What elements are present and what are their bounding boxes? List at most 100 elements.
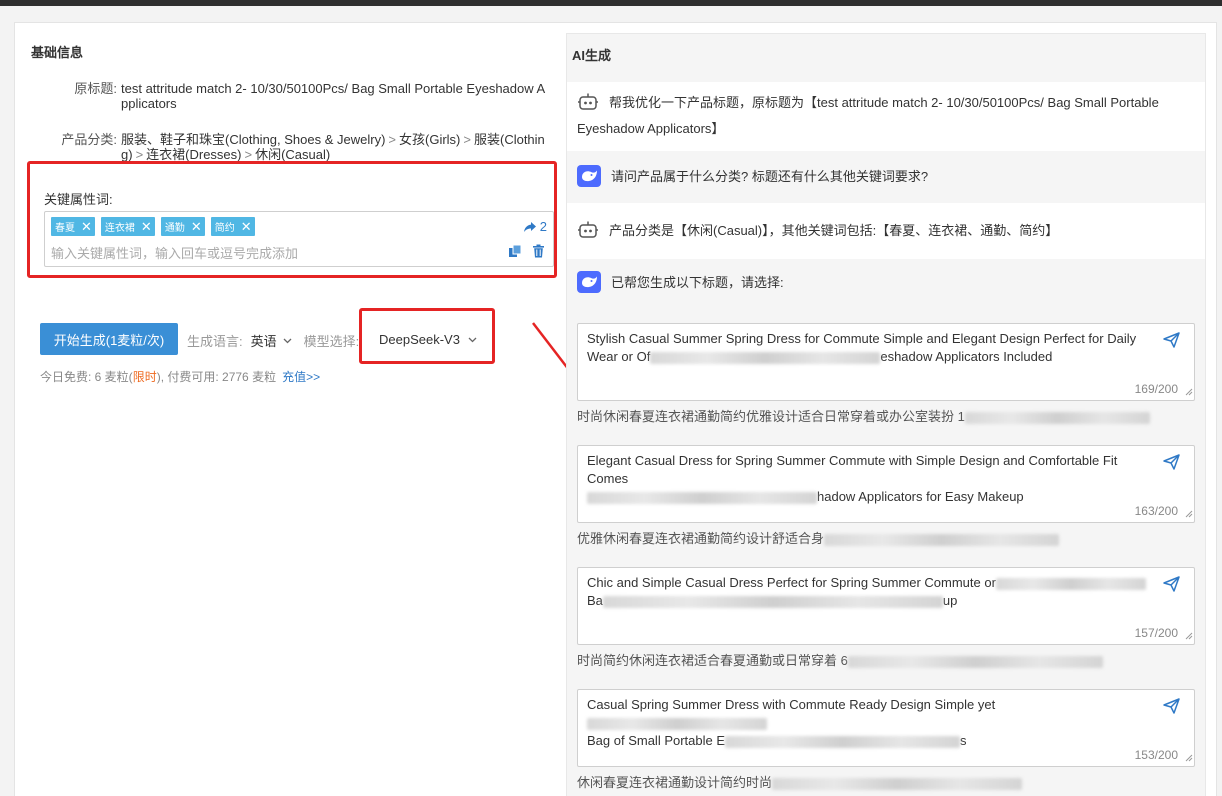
robot-icon xyxy=(577,92,599,112)
message-content: 已帮您生成以下标题，请选择: xyxy=(611,275,784,290)
blurred-text xyxy=(824,533,1060,546)
translation-text: 时尚休闲春夏连衣裙通勤简约优雅设计适合日常穿着或办公室装扮 1 xyxy=(577,409,965,424)
result-translation: 休闲春夏连衣裙通勤设计简约时尚 xyxy=(577,775,1023,791)
send-icon[interactable] xyxy=(1163,576,1180,595)
resize-handle-icon[interactable] xyxy=(1185,750,1193,765)
char-count: 157/200 xyxy=(1134,626,1178,640)
result-title-text[interactable]: Casual Spring Summer Dress with Commute … xyxy=(587,696,1157,750)
result-card[interactable]: Casual Spring Summer Dress with Commute … xyxy=(577,689,1195,767)
char-count: 153/200 xyxy=(1134,748,1178,762)
result-line: eshadow Applicators Included xyxy=(880,349,1053,364)
blurred-text xyxy=(995,577,1146,590)
result-translation: 时尚休闲春夏连衣裙通勤简约优雅设计适合日常穿着或办公室装扮 1 xyxy=(577,409,1150,425)
keyword-tag: 连衣裙 ✕ xyxy=(100,217,155,236)
send-icon[interactable] xyxy=(1163,332,1180,351)
model-value: DeepSeek-V3 xyxy=(379,332,460,347)
remove-tag-icon[interactable]: ✕ xyxy=(191,220,202,233)
result-line: Bag of Small Portable E xyxy=(587,733,726,748)
ai-generation-section: AI生成 帮我优化一下产品标题，原标题为【test attritude matc… xyxy=(566,33,1206,796)
category-path: 服装、鞋子和珠宝(Clothing, Shoes & Jewelry) > 女孩(G… xyxy=(121,132,551,162)
message-content: 产品分类是【休闲(Casual)】，其他关键词包括:【春夏、连衣裙、通勤、简约】 xyxy=(609,223,1059,238)
result-title-text[interactable]: Chic and Simple Casual Dress Perfect for… xyxy=(587,574,1157,610)
keywords-highlight-box: 关键属性词: 春夏 ✕ 连衣裙 ✕ 通勤 ✕ 简约 ✕ 2 输入关键属性词，输入回车或逗… xyxy=(27,161,557,278)
keyword-tags: 春夏 ✕ 连衣裙 ✕ 通勤 ✕ 简约 ✕ xyxy=(51,217,255,236)
original-title-row: 原标题: test attritude match 2- 10/30/50100… xyxy=(31,81,551,111)
send-icon[interactable] xyxy=(1163,454,1180,473)
language-value: 英语 xyxy=(250,334,277,349)
message-text: 产品分类是【休闲(Casual)】，其他关键词包括:【春夏、连衣裙、通勤、简约】 xyxy=(577,218,1197,244)
top-bar xyxy=(0,0,1222,6)
message-text: 帮我优化一下产品标题，原标题为【test attritude match 2- … xyxy=(577,90,1197,142)
category-label: 产品分类: xyxy=(61,132,117,147)
keywords-input[interactable]: 春夏 ✕ 连衣裙 ✕ 通勤 ✕ 简约 ✕ 2 输入关键属性词，输入回车或逗号完成添加 xyxy=(44,211,554,267)
ai-section-title: AI生成 xyxy=(572,48,612,63)
original-title-value: test attritude match 2- 10/30/50100Pcs/ … xyxy=(121,81,546,111)
result-line: Stylish Casual Summer Spring Dress for C… xyxy=(587,331,1137,346)
resize-handle-icon[interactable] xyxy=(1185,384,1193,399)
blurred-text xyxy=(964,411,1150,424)
recharge-link[interactable]: 充值>> xyxy=(282,370,320,384)
result-card[interactable]: Elegant Casual Dress for Spring Summer C… xyxy=(577,445,1195,523)
resize-handle-icon[interactable] xyxy=(1185,628,1193,643)
remove-tag-icon[interactable]: ✕ xyxy=(81,220,92,233)
blurred-text xyxy=(772,777,1023,790)
quota-limited: 限时 xyxy=(132,370,157,384)
keywords-share-count[interactable]: 2 xyxy=(523,219,547,234)
result-title-text[interactable]: Elegant Casual Dress for Spring Summer C… xyxy=(587,452,1157,506)
result-line: hadow Applicators for Easy Makeup xyxy=(817,489,1024,504)
quota-paid: ), 付费可用: 2776 麦粒 xyxy=(156,370,277,384)
result-line: Casual Spring Summer Dress with Commute … xyxy=(587,697,996,712)
resize-handle-icon[interactable] xyxy=(1185,506,1193,521)
category-separator: > xyxy=(388,132,396,147)
category-level-4: 连衣裙(Dresses) xyxy=(146,147,242,162)
copy-icon[interactable] xyxy=(508,244,522,258)
remove-tag-icon[interactable]: ✕ xyxy=(241,220,252,233)
blurred-text xyxy=(847,655,1103,668)
keyword-tag-text: 简约 xyxy=(214,223,235,234)
deepseek-whale-icon xyxy=(577,270,601,293)
category-separator: > xyxy=(244,147,253,162)
blurred-text xyxy=(650,351,881,364)
keyword-tag: 春夏 ✕ xyxy=(51,217,95,236)
keywords-count: 2 xyxy=(539,219,547,234)
result-line: Wear or Of xyxy=(587,349,651,364)
chevron-down-icon xyxy=(468,337,477,343)
blurred-text xyxy=(587,491,817,504)
char-count: 163/200 xyxy=(1134,504,1178,518)
language-label: 生成语言: xyxy=(187,334,243,349)
keywords-actions xyxy=(508,244,545,258)
category-level-5: 休闲(Casual) xyxy=(255,147,331,162)
model-selector[interactable]: DeepSeek-V3 xyxy=(379,332,477,347)
keyword-tag-text: 春夏 xyxy=(55,223,75,234)
message-text: 请问产品属于什么分类? 标题还有什么其他关键词要求? xyxy=(577,164,1197,190)
generate-button[interactable]: 开始生成(1麦粒/次) xyxy=(40,323,178,355)
result-card[interactable]: Stylish Casual Summer Spring Dress for C… xyxy=(577,323,1195,401)
keywords-placeholder: 输入关键属性词，输入回车或逗号完成添加 xyxy=(51,246,299,261)
language-selector[interactable]: 生成语言: 英语 模型选择: xyxy=(187,331,359,350)
keyword-tag: 通勤 ✕ xyxy=(160,217,205,236)
message-content: 请问产品属于什么分类? 标题还有什么其他关键词要求? xyxy=(611,169,929,184)
result-title-text[interactable]: Stylish Casual Summer Spring Dress for C… xyxy=(587,330,1157,366)
result-line: Ba xyxy=(587,593,603,608)
result-line: Elegant Casual Dress for Spring Summer C… xyxy=(587,453,1118,486)
category-row: 产品分类: 服装、鞋子和珠宝(Clothing, Shoes & Jewelry… xyxy=(31,132,551,162)
trash-icon[interactable] xyxy=(532,244,545,258)
chat-message-user: 帮我优化一下产品标题，原标题为【test attritude match 2- … xyxy=(567,82,1205,151)
blurred-text xyxy=(587,717,767,730)
send-icon[interactable] xyxy=(1163,698,1180,717)
translation-text: 优雅休闲春夏连衣裙通勤简约设计舒适合身 xyxy=(577,531,825,546)
result-line: Chic and Simple Casual Dress Perfect for… xyxy=(587,575,996,590)
category-separator: > xyxy=(135,147,144,162)
blurred-text xyxy=(602,595,943,608)
quota-free: 今日免费: 6 麦粒( xyxy=(40,370,133,384)
basic-info-section: 基础信息 原标题: test attritude match 2- 10/30/… xyxy=(15,23,586,796)
keyword-tag: 简约 ✕ xyxy=(210,217,255,236)
keyword-tag-text: 通勤 xyxy=(164,223,185,234)
category-separator: > xyxy=(463,132,471,147)
category-level-1: 服装、鞋子和珠宝(Clothing, Shoes & Jewelry) xyxy=(121,132,386,147)
category-level-2: 女孩(Girls) xyxy=(399,132,461,147)
section-title: 基础信息 xyxy=(31,45,84,60)
robot-icon xyxy=(577,220,599,240)
result-card[interactable]: Chic and Simple Casual Dress Perfect for… xyxy=(577,567,1195,645)
remove-tag-icon[interactable]: ✕ xyxy=(141,220,152,233)
